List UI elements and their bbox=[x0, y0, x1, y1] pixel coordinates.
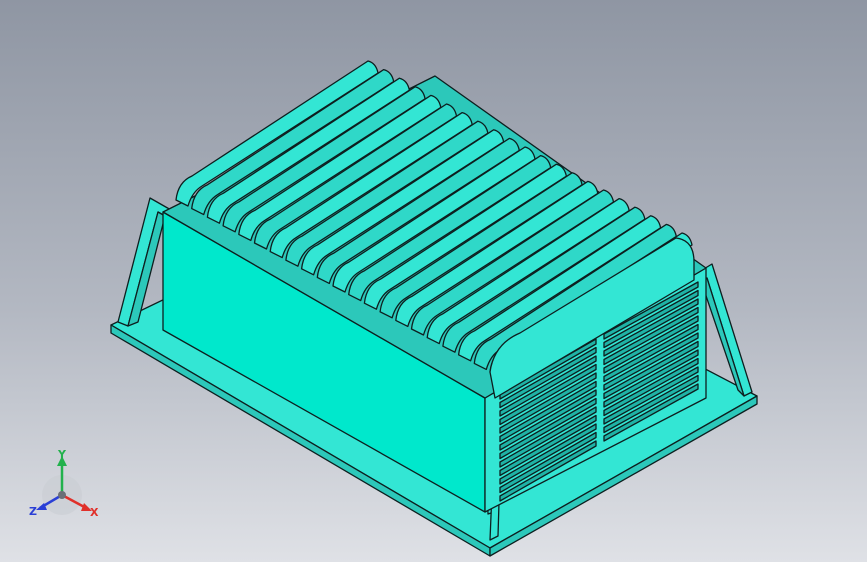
view-orientation-triad: Y X Z bbox=[29, 448, 99, 519]
z-axis-label: Z bbox=[29, 505, 37, 518]
triad-origin bbox=[58, 491, 66, 499]
x-axis-label: X bbox=[90, 506, 99, 519]
heatsink-enclosure-model[interactable]: Y X Z bbox=[0, 0, 867, 562]
y-axis-label: Y bbox=[57, 448, 67, 461]
cad-viewport[interactable]: Y X Z bbox=[0, 0, 867, 562]
